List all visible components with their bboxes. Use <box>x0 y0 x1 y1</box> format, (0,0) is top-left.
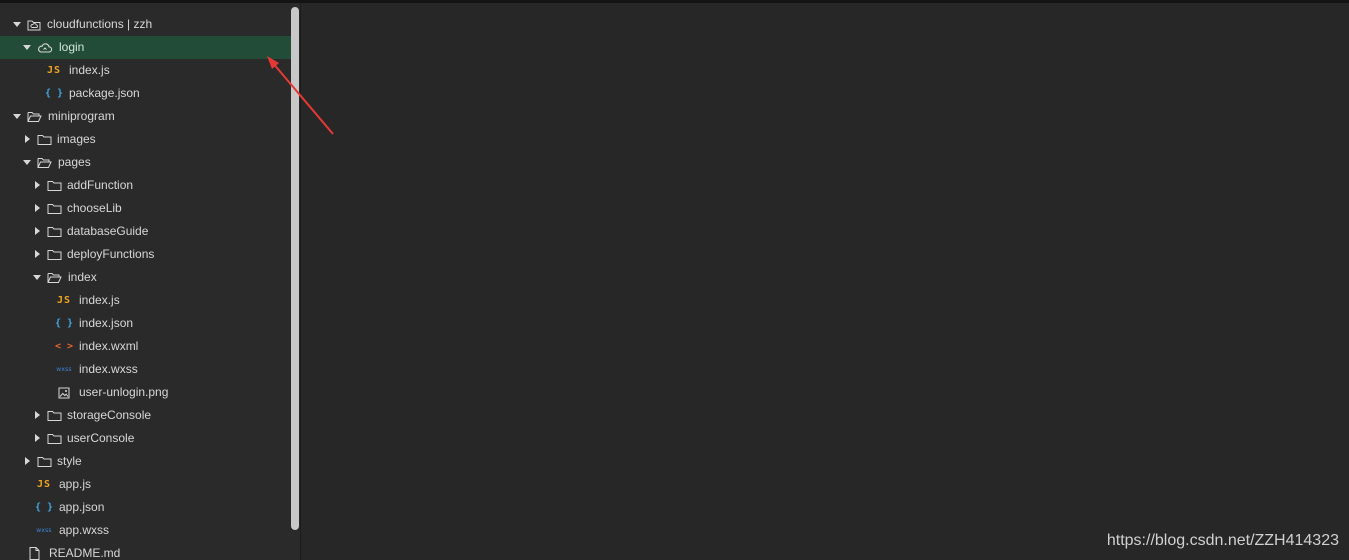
watermark-text: https://blog.csdn.net/ZZH414323 <box>1106 532 1339 549</box>
annotation-arrow <box>267 56 334 135</box>
